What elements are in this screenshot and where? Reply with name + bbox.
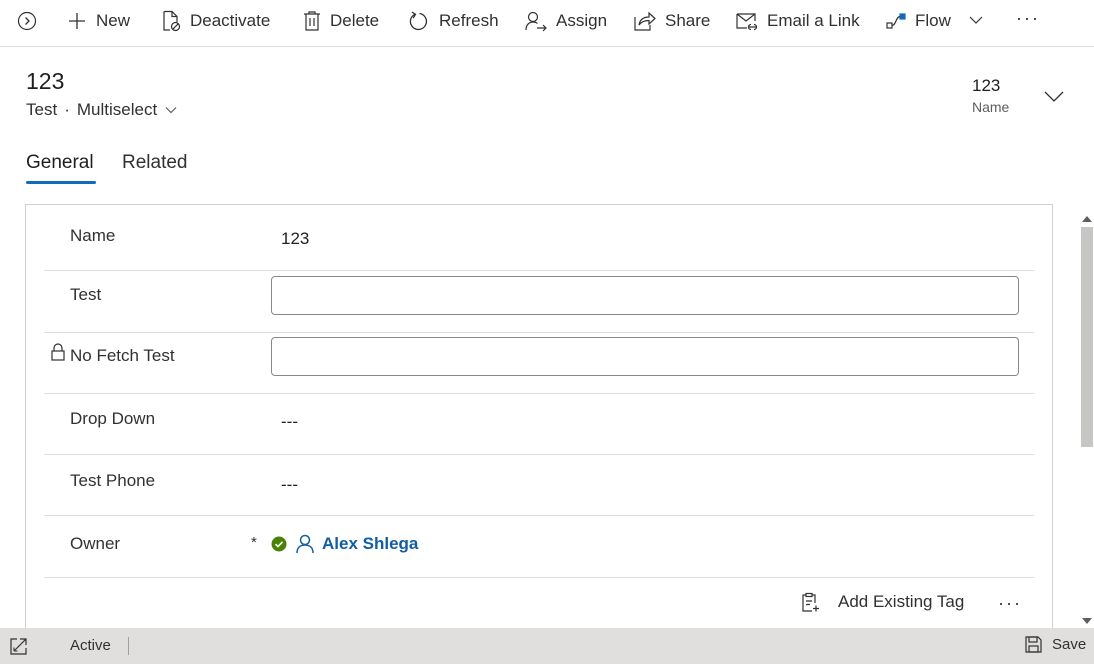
field-row-owner: Owner * Alex Shlega — [44, 516, 1034, 578]
assign-person-icon — [525, 11, 547, 31]
field-row-drop-down: Drop Down --- — [44, 394, 1034, 455]
field-label-name: Name — [70, 226, 116, 245]
save-label: Save — [1052, 636, 1087, 653]
field-row-test: Test — [44, 271, 1034, 333]
record-subtitle: Test · Multiselect — [26, 100, 178, 120]
status-divider — [128, 637, 129, 655]
deactivate-button[interactable]: Deactivate — [161, 0, 270, 42]
share-button[interactable]: Share — [634, 0, 710, 42]
subtitle-separator: · — [64, 100, 70, 119]
email-link-label: Email a Link — [767, 11, 860, 30]
tab-related[interactable]: Related — [122, 152, 188, 174]
scrollbar-thumb[interactable] — [1081, 227, 1093, 447]
share-label: Share — [665, 11, 711, 30]
refresh-label: Refresh — [439, 11, 499, 30]
expand-icon[interactable] — [17, 11, 37, 31]
deactivate-label: Deactivate — [190, 11, 271, 30]
open-in-new-window-icon[interactable] — [10, 638, 27, 660]
required-indicator: * — [251, 534, 257, 551]
header-expand-chevron-icon[interactable] — [1043, 89, 1065, 110]
lock-icon — [51, 343, 65, 366]
header-field-label: Name — [972, 99, 1010, 115]
record-status: Active — [70, 637, 111, 654]
field-value-name[interactable]: 123 — [281, 229, 309, 249]
form-selector[interactable]: Multiselect — [77, 100, 157, 120]
record-title: 123 — [26, 68, 65, 94]
deactivate-document-icon — [163, 10, 181, 32]
flow-icon — [886, 13, 906, 29]
field-label-no-fetch-test: No Fetch Test — [70, 346, 175, 365]
test-input[interactable] — [271, 276, 1019, 315]
new-label: New — [96, 11, 131, 30]
flow-chevron-down-icon[interactable] — [968, 12, 984, 33]
add-existing-tag-label: Add Existing Tag — [838, 592, 965, 611]
header-field-value: 123 — [972, 76, 1001, 95]
save-button[interactable]: Save — [1025, 636, 1086, 653]
tab-general[interactable]: General — [26, 152, 94, 174]
save-icon — [1025, 636, 1042, 653]
assign-button[interactable]: Assign — [525, 0, 607, 42]
check-circle-icon — [271, 536, 287, 552]
tag-more-button[interactable]: ··· — [998, 593, 1022, 614]
test-phone-input[interactable]: --- — [281, 475, 298, 495]
scroll-up-arrow-icon[interactable] — [1082, 210, 1092, 228]
refresh-button[interactable]: Refresh — [409, 0, 499, 42]
flow-button[interactable]: Flow — [886, 0, 951, 42]
refresh-icon — [409, 10, 428, 30]
delete-label: Delete — [330, 11, 380, 30]
field-row-name: Name 123 — [44, 205, 1034, 271]
email-link-icon — [736, 13, 758, 31]
person-icon — [296, 534, 314, 554]
more-commands-button[interactable]: ··· — [1016, 8, 1040, 29]
add-existing-tag-button[interactable]: Add Existing Tag — [800, 592, 964, 612]
trash-icon — [304, 11, 320, 31]
field-label-test: Test — [70, 285, 102, 304]
delete-button[interactable]: Delete — [303, 0, 379, 42]
clipboard-add-icon — [802, 592, 819, 612]
status-bar: Active Save — [0, 628, 1094, 664]
entity-name: Test — [26, 100, 58, 119]
flow-label: Flow — [915, 11, 951, 30]
command-bar: New Deactivate Delete Refresh Assign Sha… — [0, 0, 1094, 47]
header-field-name: 123 Name — [972, 76, 1009, 115]
share-icon — [634, 11, 656, 31]
new-button[interactable]: New — [67, 0, 130, 42]
field-row-test-phone: Test Phone --- — [44, 455, 1034, 516]
owner-lookup[interactable]: Alex Shlega — [271, 534, 418, 554]
no-fetch-test-input[interactable] — [271, 337, 1019, 376]
assign-label: Assign — [556, 11, 608, 30]
field-label-drop-down: Drop Down — [70, 409, 156, 428]
field-label-test-phone: Test Phone — [70, 471, 156, 490]
selected-tab-indicator — [26, 181, 96, 184]
form-selector-chevron-icon[interactable] — [164, 103, 178, 117]
form-name: Multiselect — [76, 100, 158, 119]
plus-icon — [69, 13, 85, 29]
drop-down-select[interactable]: --- — [281, 412, 298, 432]
field-row-no-fetch-test: No Fetch Test — [44, 333, 1034, 394]
email-link-button[interactable]: Email a Link — [736, 0, 860, 42]
owner-name-link[interactable]: Alex Shlega — [322, 534, 418, 554]
field-label-owner: Owner — [70, 534, 121, 553]
